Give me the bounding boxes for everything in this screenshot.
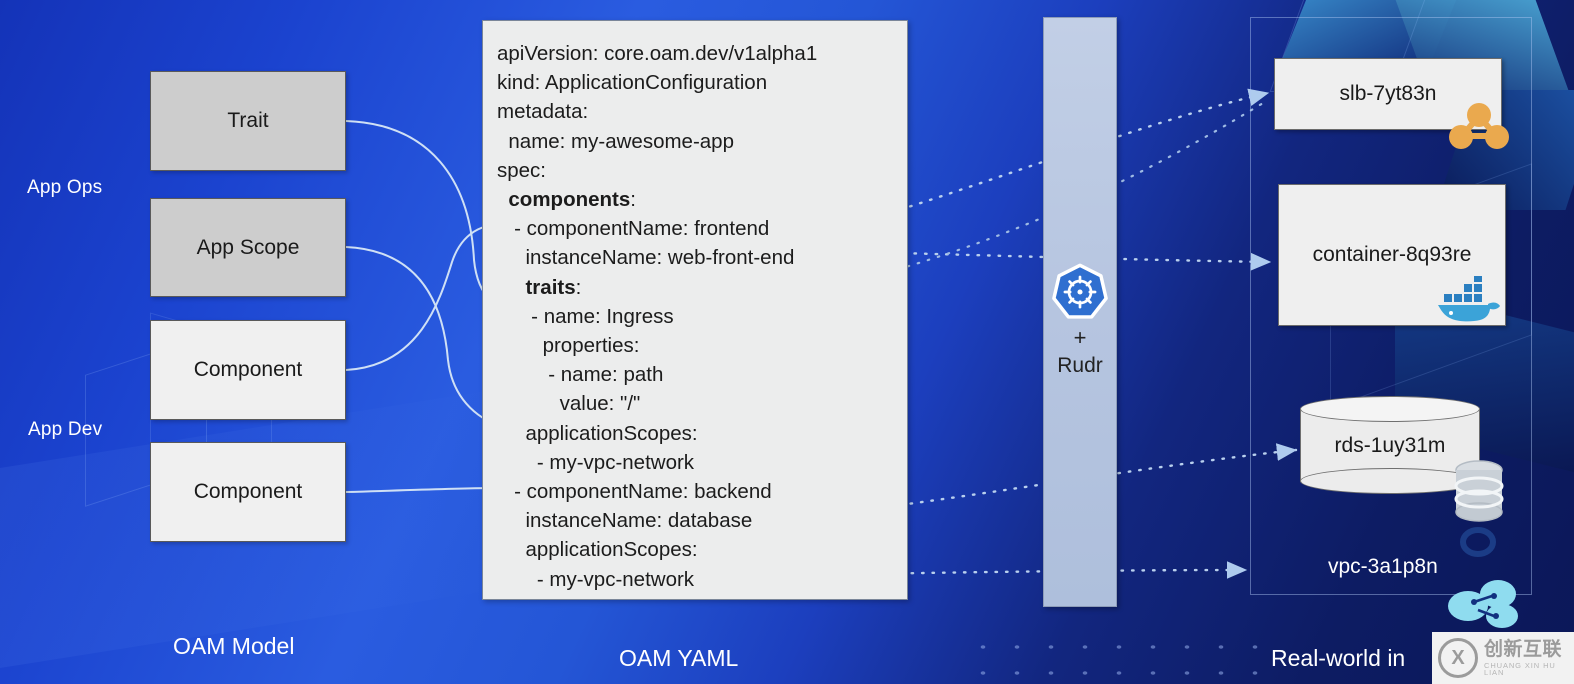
runtime-plus: +: [1073, 325, 1087, 350]
bg-dot-grid: [966, 634, 1276, 684]
oam-box-app-scope[interactable]: App Scope: [150, 198, 346, 297]
database-icon-shadow-ring: [1460, 527, 1496, 557]
yaml-content: apiVersion: core.oam.dev/v1alpha1 kind: …: [497, 42, 818, 591]
diagram-canvas: App Ops App Dev Trait App Scope Componen…: [0, 0, 1574, 684]
caption-real-world: Real-world in: [1271, 645, 1406, 671]
label-app-dev: App Dev: [28, 419, 103, 440]
oam-box-trait[interactable]: Trait: [150, 71, 346, 171]
vpc-label: vpc-3a1p8n: [1328, 555, 1438, 578]
docker-whale-icon: [1438, 276, 1500, 322]
database-icon: [1454, 460, 1504, 522]
caption-oam-yaml: OAM YAML: [619, 645, 739, 671]
runtime-name: Rudr: [1057, 354, 1103, 377]
caption-oam-model: OAM Model: [173, 633, 295, 659]
oam-box-component-1[interactable]: Component: [150, 320, 346, 420]
watermark: X 创新互联 CHUANG XIN HU LIAN: [1432, 632, 1574, 684]
watermark-pinyin-text: CHUANG XIN HU LIAN: [1484, 660, 1556, 677]
load-balancer-icon: [1449, 103, 1509, 149]
watermark-logo-icon: X: [1438, 638, 1478, 678]
kubernetes-helm-icon: [1052, 263, 1108, 319]
cylinder-top: [1300, 396, 1480, 422]
watermark-cn-text: 创新互联: [1484, 638, 1563, 660]
yaml-card[interactable]: apiVersion: core.oam.dev/v1alpha1 kind: …: [482, 20, 908, 600]
oam-box-component-2[interactable]: Component: [150, 442, 346, 542]
vpc-network-icon: [1448, 580, 1518, 628]
connector-component1-to-frontend: [345, 216, 503, 371]
runtime-column[interactable]: + Rudr: [1043, 17, 1117, 607]
label-app-ops: App Ops: [27, 177, 103, 198]
connector-component2-to-backend: [345, 480, 499, 496]
